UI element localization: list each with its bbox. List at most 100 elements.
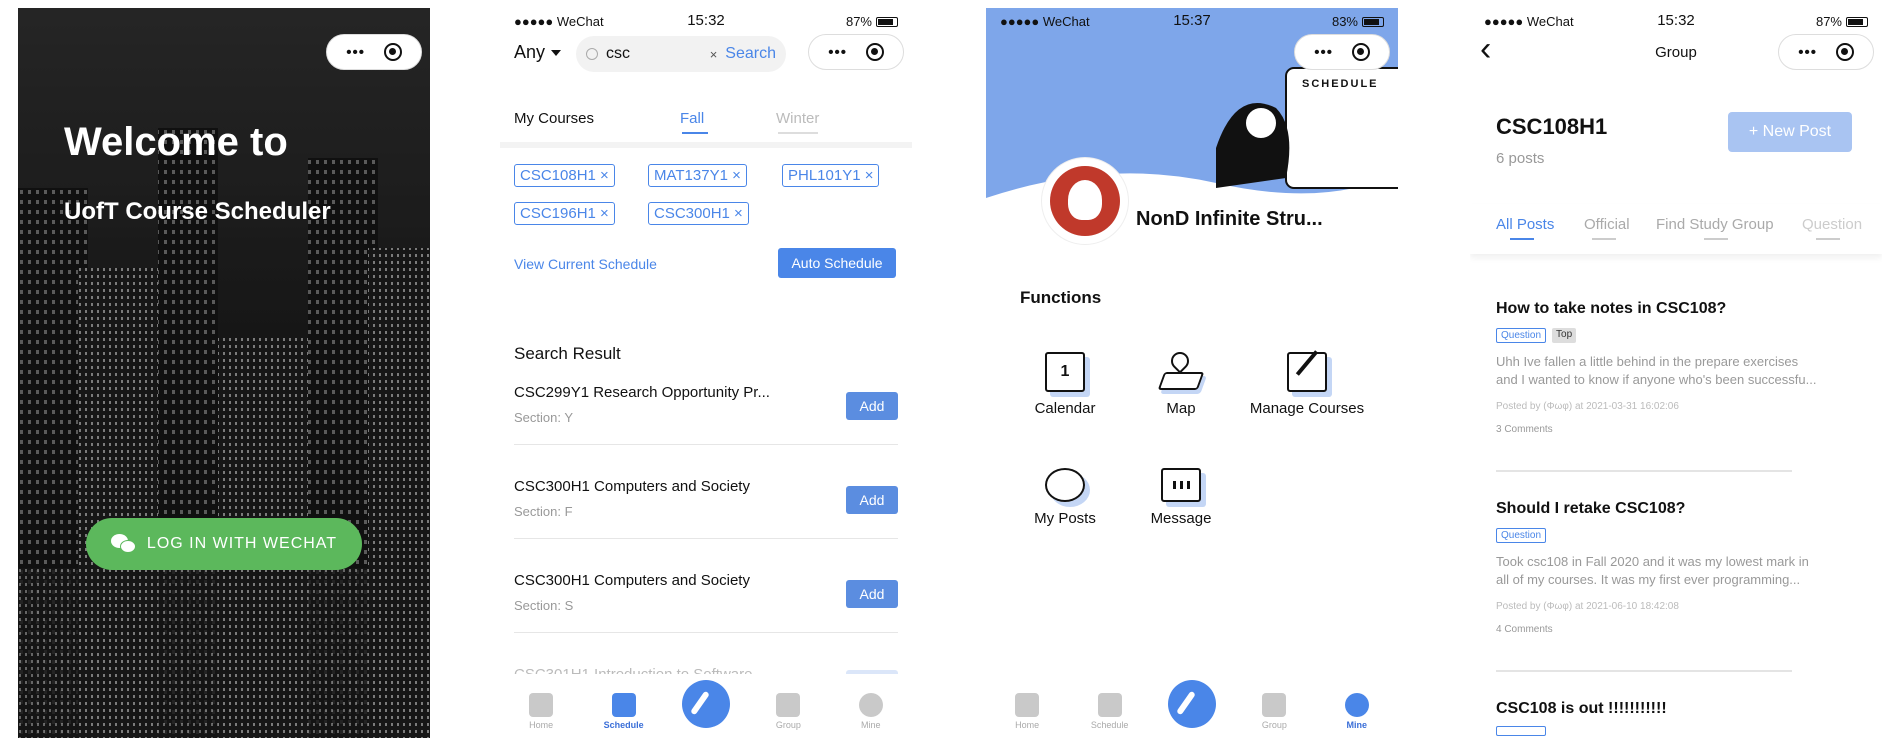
course-chip[interactable]: CSC196H1 × xyxy=(514,202,615,225)
clear-search-icon[interactable]: × xyxy=(710,47,718,62)
post-card[interactable]: CSC108 is out !!!!!!!!!!! xyxy=(1496,700,1856,738)
calendar-icon xyxy=(611,693,636,717)
new-post-button[interactable]: + New Post xyxy=(1728,112,1852,152)
add-button[interactable]: Add xyxy=(846,392,898,420)
close-target-icon[interactable] xyxy=(1351,43,1370,61)
divider xyxy=(514,538,898,539)
user-icon xyxy=(1344,693,1369,717)
search-input[interactable]: csc xyxy=(606,45,702,63)
more-icon[interactable]: ••• xyxy=(828,45,847,60)
post-excerpt: Uhh Ive fallen a little behind in the pr… xyxy=(1496,354,1817,387)
tab-schedule[interactable]: Schedule xyxy=(1080,693,1140,730)
bottom-tab-bar: Home Schedule Group Mine xyxy=(986,674,1398,738)
tab-fall-indicator xyxy=(682,132,708,134)
miniprogram-capsule: ••• xyxy=(326,34,422,70)
group-icon xyxy=(1262,693,1287,717)
course-title: CSC108H1 xyxy=(1496,114,1608,139)
chat-bubble-icon xyxy=(1045,468,1085,502)
tab-label: Schedule xyxy=(1090,720,1129,730)
tab-center-action[interactable] xyxy=(1162,680,1222,730)
tab-mine[interactable]: Mine xyxy=(1327,693,1387,730)
divider xyxy=(514,444,898,445)
tab-my-courses[interactable]: My Courses xyxy=(514,110,594,127)
close-target-icon[interactable] xyxy=(1835,43,1854,61)
battery-percent: 87% xyxy=(1815,14,1842,29)
calendar-icon xyxy=(1097,693,1122,717)
tag-question: Question xyxy=(1496,528,1547,543)
function-label: Calendar xyxy=(1034,400,1096,417)
course-chip[interactable]: CSC108H1 × xyxy=(514,164,615,187)
add-button[interactable]: Add xyxy=(846,486,898,514)
map-pin-icon xyxy=(1157,348,1205,392)
function-label: My Posts xyxy=(1034,510,1096,527)
course-chip[interactable]: CSC300H1 × xyxy=(648,202,749,225)
more-icon[interactable]: ••• xyxy=(346,45,365,60)
user-icon xyxy=(858,693,883,717)
tab-mine[interactable]: Mine xyxy=(841,693,901,730)
battery-percent: 83% xyxy=(1331,14,1358,29)
post-title: How to take notes in CSC108? xyxy=(1496,300,1727,317)
post-card[interactable]: How to take notes in CSC108? Question To… xyxy=(1496,300,1856,435)
post-title: CSC108 is out !!!!!!!!!!! xyxy=(1496,700,1667,717)
miniprogram-capsule: ••• xyxy=(808,34,904,70)
tab-fall[interactable]: Fall xyxy=(680,110,704,127)
function-message[interactable]: Message xyxy=(1116,468,1246,527)
group-icon xyxy=(776,693,801,717)
schedule-screen: ●●●●● WeChat 15:32 87% Any csc × Search … xyxy=(500,8,912,738)
tab-find-study-group[interactable]: Find Study Group xyxy=(1656,216,1774,233)
term-select[interactable]: Any xyxy=(514,42,562,63)
battery-icon xyxy=(1846,16,1868,27)
function-map[interactable]: Map xyxy=(1116,348,1246,417)
close-target-icon[interactable] xyxy=(383,43,402,61)
divider xyxy=(514,632,898,633)
tab-winter[interactable]: Winter xyxy=(776,110,819,127)
result-title: CSC299Y1 Research Opportunity Pr... xyxy=(514,384,770,401)
auto-schedule-button[interactable]: Auto Schedule xyxy=(778,248,896,278)
post-card[interactable]: Should I retake CSC108? Question Took cs… xyxy=(1496,500,1856,635)
tab-center-action[interactable] xyxy=(676,680,736,730)
close-target-icon[interactable] xyxy=(865,43,884,61)
result-section: Section: Y xyxy=(514,410,574,425)
search-button[interactable]: Search xyxy=(725,45,776,63)
search-result-title: Search Result xyxy=(514,344,621,363)
avatar[interactable] xyxy=(1042,158,1128,244)
result-item[interactable]: CSC299Y1 Research Opportunity Pr... Sect… xyxy=(500,378,912,458)
home-icon xyxy=(1015,693,1040,717)
course-chip[interactable]: PHL101Y1 × xyxy=(782,164,880,187)
tab-indicator xyxy=(1592,238,1616,240)
result-item[interactable]: CSC300H1 Computers and Society Section: … xyxy=(500,566,912,646)
status-bar: ●●●●● WeChat 15:32 87% xyxy=(500,8,912,32)
bottom-tab-bar: Home Schedule Group Mine xyxy=(500,674,912,738)
tab-all-posts[interactable]: All Posts xyxy=(1496,216,1554,233)
result-section: Section: F xyxy=(514,504,573,519)
tab-label: Group xyxy=(775,720,801,730)
more-icon[interactable]: ••• xyxy=(1314,45,1333,60)
edit-pen-icon xyxy=(681,680,730,728)
tab-group[interactable]: Group xyxy=(1244,693,1304,730)
post-count: 6 posts xyxy=(1496,150,1545,167)
tab-question[interactable]: Question xyxy=(1802,216,1862,233)
tab-group[interactable]: Group xyxy=(758,693,818,730)
battery-icon xyxy=(876,16,898,27)
mine-screen: SCHEDULE ●●●●● WeChat 15:37 83% ••• NonD… xyxy=(986,8,1398,738)
wechat-login-button[interactable]: LOG IN WITH WECHAT xyxy=(86,518,362,570)
calendar-icon: 1 xyxy=(1045,352,1085,392)
tab-official[interactable]: Official xyxy=(1584,216,1630,233)
add-button[interactable]: Add xyxy=(846,580,898,608)
result-title: CSC300H1 Computers and Society xyxy=(514,478,750,495)
course-chip[interactable]: MAT137Y1 × xyxy=(648,164,747,187)
function-calendar[interactable]: 1 Calendar xyxy=(1000,352,1130,417)
tab-schedule[interactable]: Schedule xyxy=(594,693,654,730)
function-manage-courses[interactable]: Manage Courses xyxy=(1232,350,1382,417)
city-background-image xyxy=(18,8,430,738)
tab-home[interactable]: Home xyxy=(997,693,1057,730)
tab-indicator xyxy=(1704,238,1728,240)
wechat-icon xyxy=(110,534,137,554)
function-my-posts[interactable]: My Posts xyxy=(1000,468,1130,527)
result-item[interactable]: CSC300H1 Computers and Society Section: … xyxy=(500,472,912,552)
tab-home[interactable]: Home xyxy=(511,693,571,730)
more-icon[interactable]: ••• xyxy=(1798,45,1817,60)
view-current-schedule-link[interactable]: View Current Schedule xyxy=(514,256,657,272)
group-screen: ●●●●● WeChat 15:32 87% ‹ Group ••• CSC10… xyxy=(1470,8,1882,738)
miniprogram-capsule: ••• xyxy=(1294,34,1390,70)
